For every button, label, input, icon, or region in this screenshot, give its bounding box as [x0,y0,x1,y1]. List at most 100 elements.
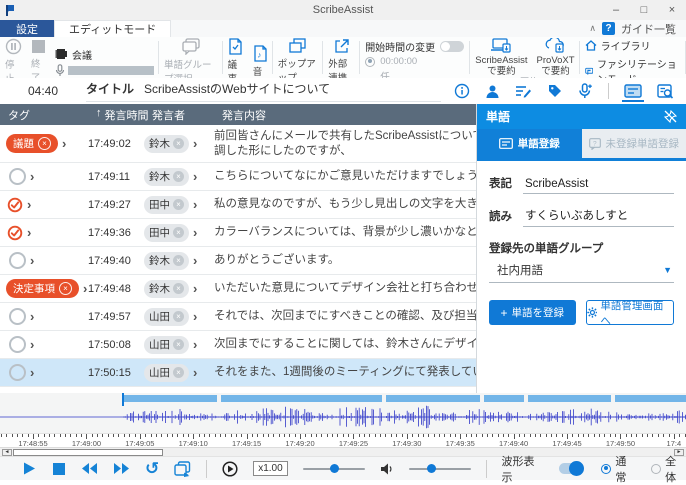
title-value[interactable]: ScribeAssistのWebサイトについて [144,80,330,97]
col-tag[interactable]: タグ [0,107,96,123]
waveform-toggle[interactable] [559,463,582,474]
speaker-chip[interactable]: 田中× [144,196,189,214]
info-icon[interactable] [454,83,470,99]
library-button[interactable]: ライブラリ [585,38,651,53]
table-row[interactable]: 議題×›17:49:02鈴木×›前回皆さんにメールで共有したScribeAssi… [0,125,476,163]
remove-speaker-icon[interactable]: × [173,171,184,182]
speech-segment[interactable] [386,395,480,402]
remove-tag-icon[interactable]: × [38,137,51,150]
tab-word-register[interactable]: 単語登録 [477,129,582,158]
expand-chevron-icon[interactable]: › [30,169,34,184]
speaker-chip[interactable]: 田中× [144,224,189,242]
scrollbar-thumb[interactable] [13,449,163,456]
tag-pill[interactable]: 議題× [6,134,58,153]
replay-icon[interactable]: ↺ [145,460,159,477]
expand-chevron-icon[interactable]: › [30,253,34,268]
remove-speaker-icon[interactable]: × [173,227,184,238]
col-time[interactable]: ↑発言時間 [96,107,152,123]
speaker-chevron-icon[interactable]: › [193,337,197,352]
speaker-chip[interactable]: 鈴木× [144,252,189,270]
expand-chevron-icon[interactable]: › [62,136,66,151]
remove-speaker-icon[interactable]: × [173,311,184,322]
empty-tag-icon[interactable] [9,168,26,185]
speaker-chip[interactable]: 鈴木× [144,280,189,298]
speaker-chevron-icon[interactable]: › [193,253,197,268]
check-tag-icon[interactable] [7,225,23,241]
doc-search-icon[interactable] [657,84,674,99]
table-row[interactable]: ›17:49:27田中×›私の意見なのですが、もう少し見出しの文字を大きくしても… [0,191,476,219]
word-panel-icon[interactable] [624,84,642,98]
speaker-chip[interactable]: 鈴木× [144,168,189,186]
guide-list-link[interactable]: ガイド一覧 [621,21,676,37]
word-group-select[interactable]: 社内用語 ▼ [489,258,674,283]
speaker-chevron-icon[interactable]: › [193,136,197,151]
speaker-chevron-icon[interactable]: › [193,281,197,296]
remove-speaker-icon[interactable]: × [173,367,184,378]
collapse-ribbon-icon[interactable]: ∧ [589,23,596,34]
remove-speaker-icon[interactable]: × [173,199,184,210]
speaker-chevron-icon[interactable]: › [193,169,197,184]
zero-time-radio[interactable] [365,57,375,67]
speaker-manage-icon[interactable] [485,84,500,99]
waveform-area[interactable]: 17:48:5517:49:0017:49:0517:49:1017:49:15… [0,393,686,447]
table-row[interactable]: ›17:49:36田中×›カラーバランスについては、背景が少し濃いかなと思います… [0,219,476,247]
speech-segment[interactable] [123,395,217,402]
remove-tag-icon[interactable]: × [59,282,72,295]
empty-tag-icon[interactable] [9,308,26,325]
unpin-icon[interactable] [664,110,677,123]
table-row[interactable]: ›17:49:40鈴木×›ありがとうございます。 [0,247,476,275]
table-row[interactable]: ›17:49:57山田×›それでは、次回までにすべきことの確認、及び担当者を決め… [0,303,476,331]
speech-segment[interactable] [484,395,524,402]
tab-unregistered-words[interactable]: ? 未登録単語登録 [582,129,686,158]
title-input[interactable]: タイトル ScribeAssistのWebサイトについて [86,80,441,102]
speaker-chevron-icon[interactable]: › [193,197,197,212]
minimize-button[interactable]: – [602,0,630,20]
start-time-toggle[interactable] [440,41,464,52]
speaker-chip[interactable]: 山田× [144,308,189,326]
fast-forward-button[interactable] [113,462,130,475]
expand-chevron-icon[interactable]: › [30,365,34,380]
speed-slider[interactable] [303,464,365,473]
continuous-play-icon[interactable] [174,461,191,477]
expand-chevron-icon[interactable]: › [30,309,34,324]
speaker-chevron-icon[interactable]: › [193,309,197,324]
empty-tag-icon[interactable] [9,252,26,269]
table-row[interactable]: ›17:49:11鈴木×›こちらについてなにかご意見いただけますでしょうか。 [0,163,476,191]
speaker-chevron-icon[interactable]: › [193,365,197,380]
tag-icon[interactable] [547,83,563,99]
stop-button[interactable] [52,462,66,476]
expand-chevron-icon[interactable]: › [27,197,31,212]
empty-tag-icon[interactable] [9,336,26,353]
remove-speaker-icon[interactable]: × [173,339,184,350]
mic-add-icon[interactable] [578,83,593,99]
volume-icon[interactable] [380,462,394,476]
word-manage-button[interactable]: 単語管理画面へ [586,300,675,325]
register-word-button[interactable]: + 単語を登録 [489,300,576,325]
speaker-chip[interactable]: 鈴木× [144,135,189,153]
empty-tag-icon[interactable] [9,364,26,381]
provoxt-summary-button[interactable]: ProVoXTで要約 [537,38,575,77]
remove-speaker-icon[interactable]: × [173,283,184,294]
close-button[interactable]: × [658,0,686,20]
table-row[interactable]: ›17:50:15山田×›それをまた、1週間後のミーティングにて発表していただき… [0,359,476,387]
reading-input[interactable]: すくらいぶあしすと [523,207,674,227]
expand-chevron-icon[interactable]: › [83,281,87,296]
play-button[interactable] [22,461,37,476]
scroll-left-icon[interactable]: ◄ [2,449,12,456]
remove-speaker-icon[interactable]: × [173,255,184,266]
table-row[interactable]: 決定事項×›17:49:48鈴木×›いただいた意見についてデザイン会社と打ち合わ… [0,275,476,303]
speech-segment[interactable] [221,395,382,402]
memo-edit-icon[interactable] [515,84,532,99]
col-speaker[interactable]: 発言者 [152,107,222,123]
scribeassist-summary-button[interactable]: ScribeAssistで要約 [475,38,527,77]
rewind-button[interactable] [81,462,98,475]
speed-value[interactable]: x1.00 [253,461,287,476]
col-content[interactable]: 発言内容 [222,107,476,123]
speech-segment[interactable] [528,395,611,402]
speech-segment[interactable] [615,395,686,402]
tab-edit-mode[interactable]: エディットモード [54,20,171,37]
speaker-chevron-icon[interactable]: › [193,225,197,240]
tab-settings[interactable]: 設定 [0,20,54,37]
expand-chevron-icon[interactable]: › [30,337,34,352]
maximize-button[interactable]: □ [630,0,658,20]
